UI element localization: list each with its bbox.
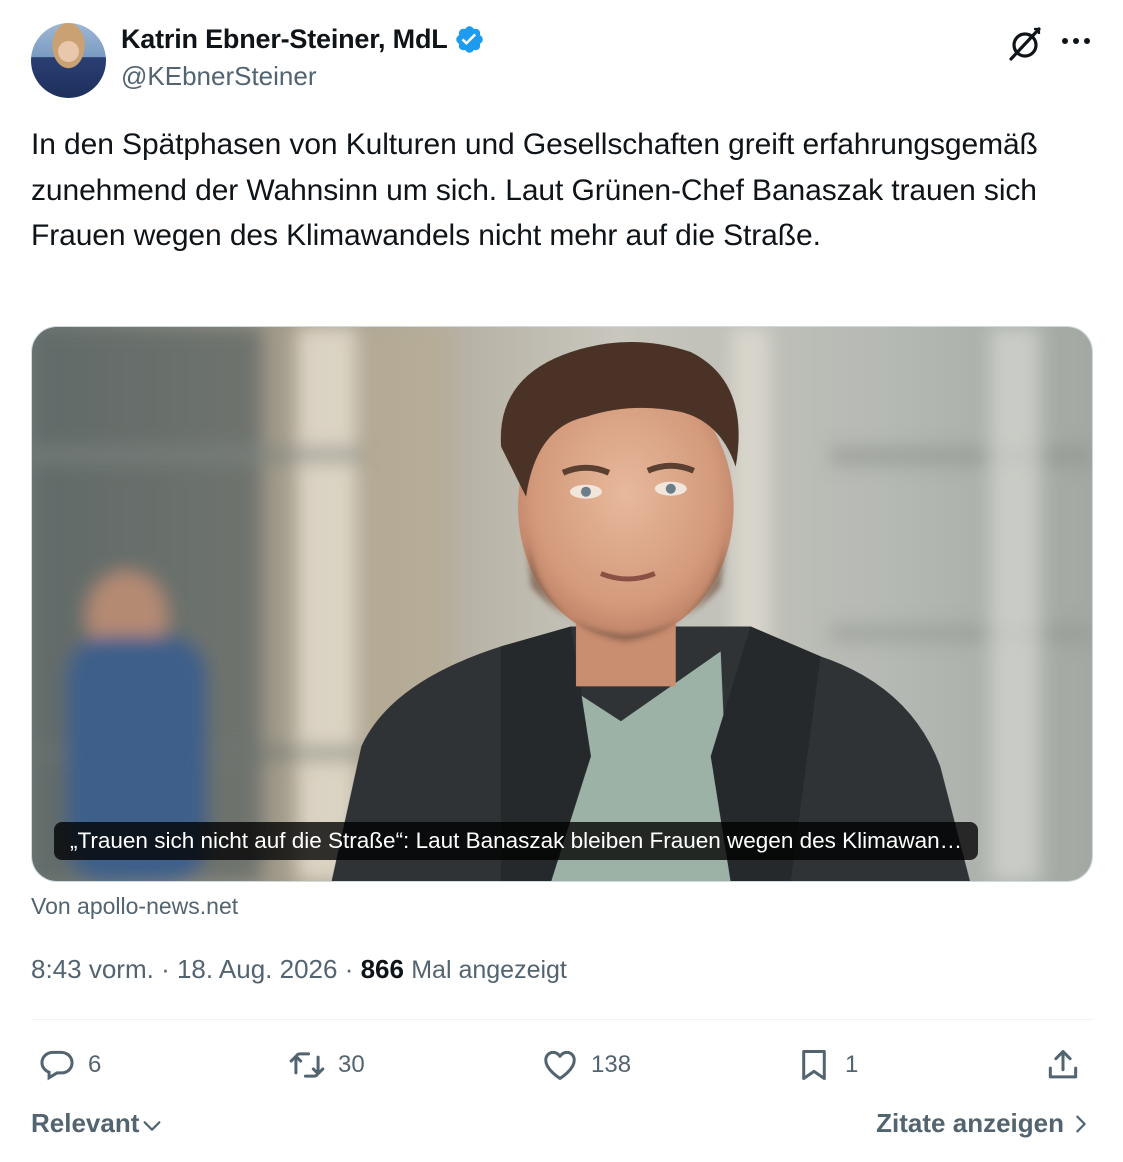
sort-dropdown[interactable]: Relevant xyxy=(31,1108,163,1139)
author-avatar[interactable] xyxy=(31,23,106,98)
share-icon xyxy=(1048,1050,1078,1079)
divider xyxy=(31,1019,1093,1020)
link-source[interactable]: Von apollo-news.net xyxy=(31,893,238,920)
tweet-meta: 8:43 vorm. · 18. Aug. 2026 · 866 Mal ang… xyxy=(31,954,567,985)
meta-separator: · xyxy=(344,954,354,984)
view-quotes-link[interactable]: Zitate anzeigen xyxy=(876,1108,1092,1139)
views-count: 866 xyxy=(360,954,404,984)
sort-label: Relevant xyxy=(31,1108,140,1138)
link-card-caption: „Trauen sich nicht auf die Straße“: Laut… xyxy=(54,822,979,860)
author-name[interactable]: Katrin Ebner-Steiner, MdL xyxy=(121,24,448,55)
reply-count: 6 xyxy=(88,1051,102,1078)
tweet-date[interactable]: 18. Aug. 2026 xyxy=(177,954,337,984)
action-bar: 6 30 138 1 xyxy=(31,1040,1093,1090)
reply-button[interactable]: 6 xyxy=(38,1040,101,1090)
repost-button[interactable]: 30 xyxy=(288,1040,365,1090)
heart-icon xyxy=(544,1050,576,1080)
author-handle[interactable]: @KEbnerSteiner xyxy=(121,61,485,92)
tweet-text: In den Spätphasen von Kulturen und Gesel… xyxy=(31,128,1038,252)
verified-badge-icon xyxy=(455,26,483,53)
like-count: 138 xyxy=(591,1051,632,1078)
reply-icon xyxy=(40,1050,74,1081)
meta-separator: · xyxy=(161,954,170,984)
chevron-down-icon xyxy=(143,1120,161,1131)
share-button[interactable] xyxy=(1044,1040,1082,1090)
bookmark-icon xyxy=(802,1050,826,1080)
bookmark-count: 1 xyxy=(845,1051,859,1078)
like-button[interactable]: 138 xyxy=(541,1040,631,1090)
author-block: Katrin Ebner-Steiner, MdL @KEbnerSteiner xyxy=(121,24,485,92)
more-icon[interactable] xyxy=(1057,24,1095,62)
grok-icon[interactable] xyxy=(1005,24,1045,64)
author-name-row: Katrin Ebner-Steiner, MdL xyxy=(121,24,485,55)
quotes-label: Zitate anzeigen xyxy=(876,1108,1064,1138)
repost-icon xyxy=(289,1052,325,1078)
link-card[interactable]: „Trauen sich nicht auf die Straße“: Laut… xyxy=(31,326,1093,882)
tweet-time[interactable]: 8:43 vorm. xyxy=(31,954,154,984)
repost-count: 30 xyxy=(338,1051,365,1078)
chevron-right-icon xyxy=(1076,1115,1086,1132)
link-card-image xyxy=(32,327,1092,881)
bookmark-button[interactable]: 1 xyxy=(795,1040,858,1090)
views-label: Mal angezeigt xyxy=(411,956,567,984)
